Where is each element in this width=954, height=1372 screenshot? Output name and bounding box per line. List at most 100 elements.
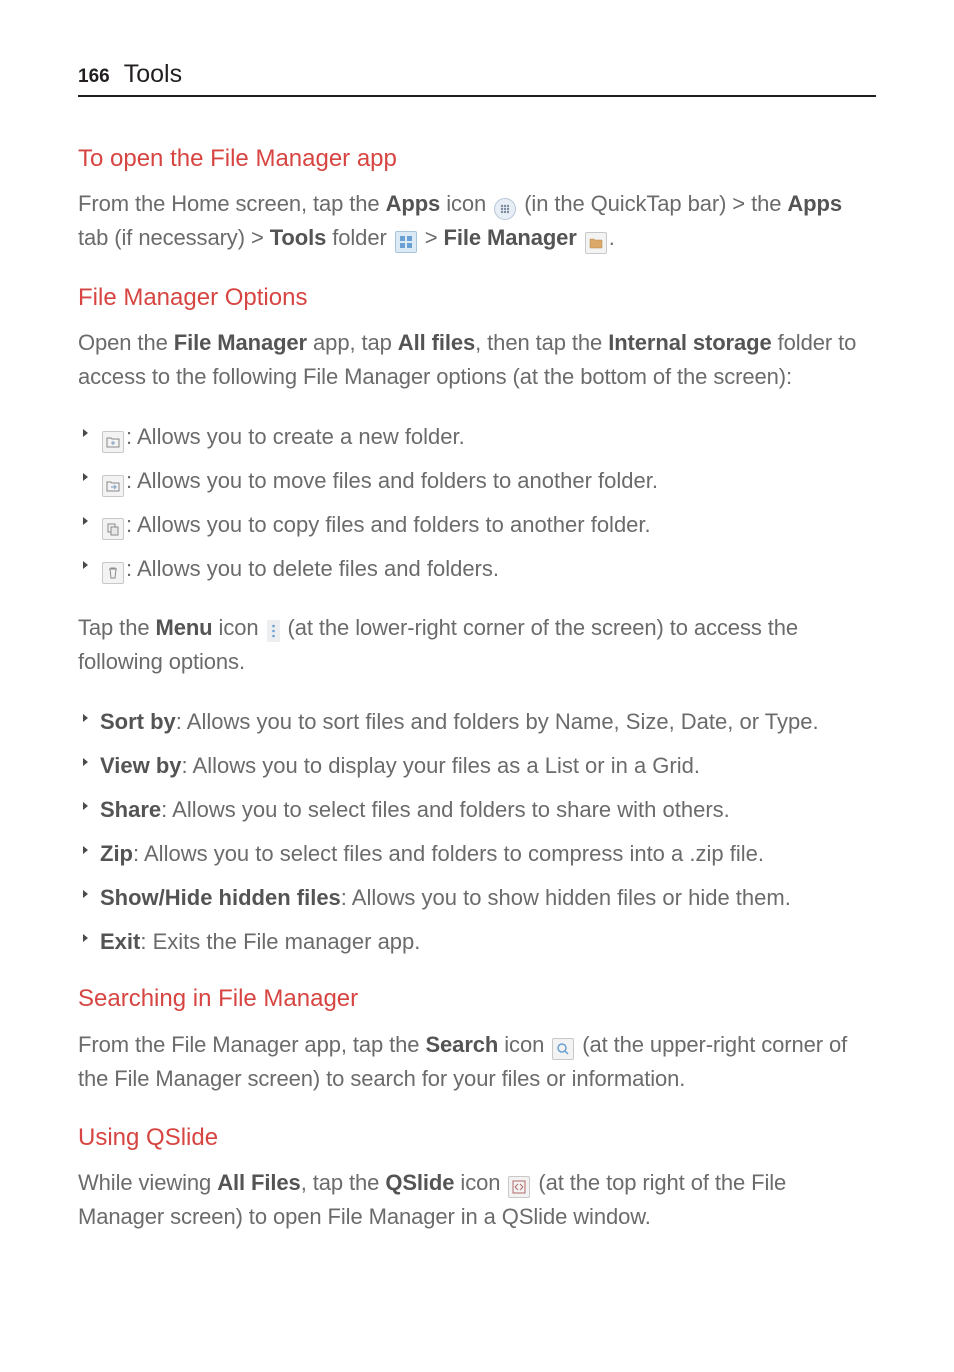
list-text: Sort by: Allows you to sort files and fo… bbox=[100, 705, 876, 739]
list-item: Share: Allows you to select files and fo… bbox=[78, 793, 876, 827]
text: icon bbox=[498, 1032, 550, 1057]
bullet-arrow-icon bbox=[82, 933, 90, 943]
text: folder bbox=[326, 225, 392, 250]
text: icon bbox=[213, 615, 265, 640]
list-text: : Allows you to create a new folder. bbox=[100, 420, 876, 454]
open-paragraph: From the Home screen, tap the Apps icon … bbox=[78, 187, 876, 255]
text: icon bbox=[454, 1170, 506, 1195]
list-text: : Allows you to delete files and folders… bbox=[100, 552, 876, 586]
page-number: 166 bbox=[78, 66, 110, 88]
section-title-searching: Searching in File Manager bbox=[78, 983, 876, 1015]
move-folder-icon bbox=[102, 475, 124, 497]
text: : Allows you to copy files and folders t… bbox=[126, 512, 651, 537]
list-item: Sort by: Allows you to sort files and fo… bbox=[78, 705, 876, 739]
file-manager-icon bbox=[585, 232, 607, 254]
delete-icon bbox=[102, 562, 124, 584]
text: (in the QuickTap bar) > the bbox=[518, 191, 787, 216]
text-bold: Exit bbox=[100, 929, 140, 954]
list-text: : Allows you to copy files and folders t… bbox=[100, 508, 876, 542]
text-bold: File Manager bbox=[443, 225, 576, 250]
text-bold: Menu bbox=[155, 615, 212, 640]
text-bold: File Manager bbox=[174, 330, 307, 355]
list-item: : Allows you to copy files and folders t… bbox=[78, 508, 876, 542]
text: While viewing bbox=[78, 1170, 217, 1195]
bullet-arrow-icon bbox=[82, 560, 90, 570]
list-text: Show/Hide hidden files: Allows you to sh… bbox=[100, 881, 876, 915]
list-item: Exit: Exits the File manager app. bbox=[78, 925, 876, 959]
section-title-qslide: Using QSlide bbox=[78, 1122, 876, 1154]
text: : Exits the File manager app. bbox=[140, 929, 420, 954]
list-item: View by: Allows you to display your file… bbox=[78, 749, 876, 783]
qslide-icon bbox=[508, 1176, 530, 1198]
text: icon bbox=[440, 191, 492, 216]
bullet-arrow-icon bbox=[82, 801, 90, 811]
menu-icon bbox=[267, 620, 280, 642]
text: Open the bbox=[78, 330, 174, 355]
text: > bbox=[419, 225, 444, 250]
list-item: : Allows you to create a new folder. bbox=[78, 420, 876, 454]
text: Tap the bbox=[78, 615, 155, 640]
list-item: Zip: Allows you to select files and fold… bbox=[78, 837, 876, 871]
text-bold: Apps bbox=[787, 191, 842, 216]
text: From the File Manager app, tap the bbox=[78, 1032, 425, 1057]
list-text: Share: Allows you to select files and fo… bbox=[100, 793, 876, 827]
text-bold: Share bbox=[100, 797, 161, 822]
text-bold: Zip bbox=[100, 841, 133, 866]
page: 166 Tools To open the File Manager app F… bbox=[0, 0, 954, 1320]
text: From the Home screen, tap the bbox=[78, 191, 386, 216]
header: 166 Tools bbox=[78, 60, 876, 97]
text-bold: Search bbox=[425, 1032, 498, 1057]
text-bold: Show/Hide hidden files bbox=[100, 885, 341, 910]
text-bold: Apps bbox=[386, 191, 441, 216]
text-bold: All Files bbox=[217, 1170, 300, 1195]
bullet-arrow-icon bbox=[82, 889, 90, 899]
options-bullets-2: Sort by: Allows you to sort files and fo… bbox=[78, 705, 876, 960]
section-title-open: To open the File Manager app bbox=[78, 143, 876, 175]
text-bold: QSlide bbox=[385, 1170, 454, 1195]
text: tab (if necessary) > bbox=[78, 225, 270, 250]
text-bold: Internal storage bbox=[608, 330, 771, 355]
list-item: : Allows you to delete files and folders… bbox=[78, 552, 876, 586]
list-text: : Allows you to move files and folders t… bbox=[100, 464, 876, 498]
text: . bbox=[609, 225, 615, 250]
options-bullets-1: : Allows you to create a new folder. : A… bbox=[78, 420, 876, 586]
bullet-arrow-icon bbox=[82, 428, 90, 438]
text bbox=[577, 225, 583, 250]
apps-icon bbox=[494, 198, 516, 220]
text-bold: All files bbox=[398, 330, 475, 355]
searching-paragraph: From the File Manager app, tap the Searc… bbox=[78, 1028, 876, 1096]
text: : Allows you to create a new folder. bbox=[126, 424, 465, 449]
text-bold: Sort by bbox=[100, 709, 176, 734]
list-text: Exit: Exits the File manager app. bbox=[100, 925, 876, 959]
search-icon bbox=[552, 1038, 574, 1060]
text: , then tap the bbox=[475, 330, 608, 355]
text: : Allows you to delete files and folders… bbox=[126, 556, 499, 581]
text: app, tap bbox=[307, 330, 398, 355]
copy-icon bbox=[102, 518, 124, 540]
text: : Allows you to select files and folders… bbox=[161, 797, 730, 822]
bullet-arrow-icon bbox=[82, 757, 90, 767]
tools-folder-icon bbox=[395, 231, 417, 253]
page-title: Tools bbox=[124, 60, 182, 89]
text: : Allows you to sort files and folders b… bbox=[176, 709, 819, 734]
options-paragraph-1: Open the File Manager app, tap All files… bbox=[78, 326, 876, 394]
bullet-arrow-icon bbox=[82, 516, 90, 526]
text-bold: View by bbox=[100, 753, 182, 778]
list-text: View by: Allows you to display your file… bbox=[100, 749, 876, 783]
list-item: Show/Hide hidden files: Allows you to sh… bbox=[78, 881, 876, 915]
list-item: : Allows you to move files and folders t… bbox=[78, 464, 876, 498]
text: , tap the bbox=[301, 1170, 386, 1195]
new-folder-icon bbox=[102, 431, 124, 453]
list-text: Zip: Allows you to select files and fold… bbox=[100, 837, 876, 871]
text-bold: Tools bbox=[270, 225, 327, 250]
text: : Allows you to select files and folders… bbox=[133, 841, 764, 866]
qslide-paragraph: While viewing All Files, tap the QSlide … bbox=[78, 1166, 876, 1234]
bullet-arrow-icon bbox=[82, 472, 90, 482]
section-title-options: File Manager Options bbox=[78, 282, 876, 314]
text: : Allows you to show hidden files or hid… bbox=[341, 885, 791, 910]
text: : Allows you to move files and folders t… bbox=[126, 468, 658, 493]
bullet-arrow-icon bbox=[82, 845, 90, 855]
options-paragraph-2: Tap the Menu icon (at the lower-right co… bbox=[78, 611, 876, 679]
bullet-arrow-icon bbox=[82, 713, 90, 723]
text: : Allows you to display your files as a … bbox=[182, 753, 700, 778]
